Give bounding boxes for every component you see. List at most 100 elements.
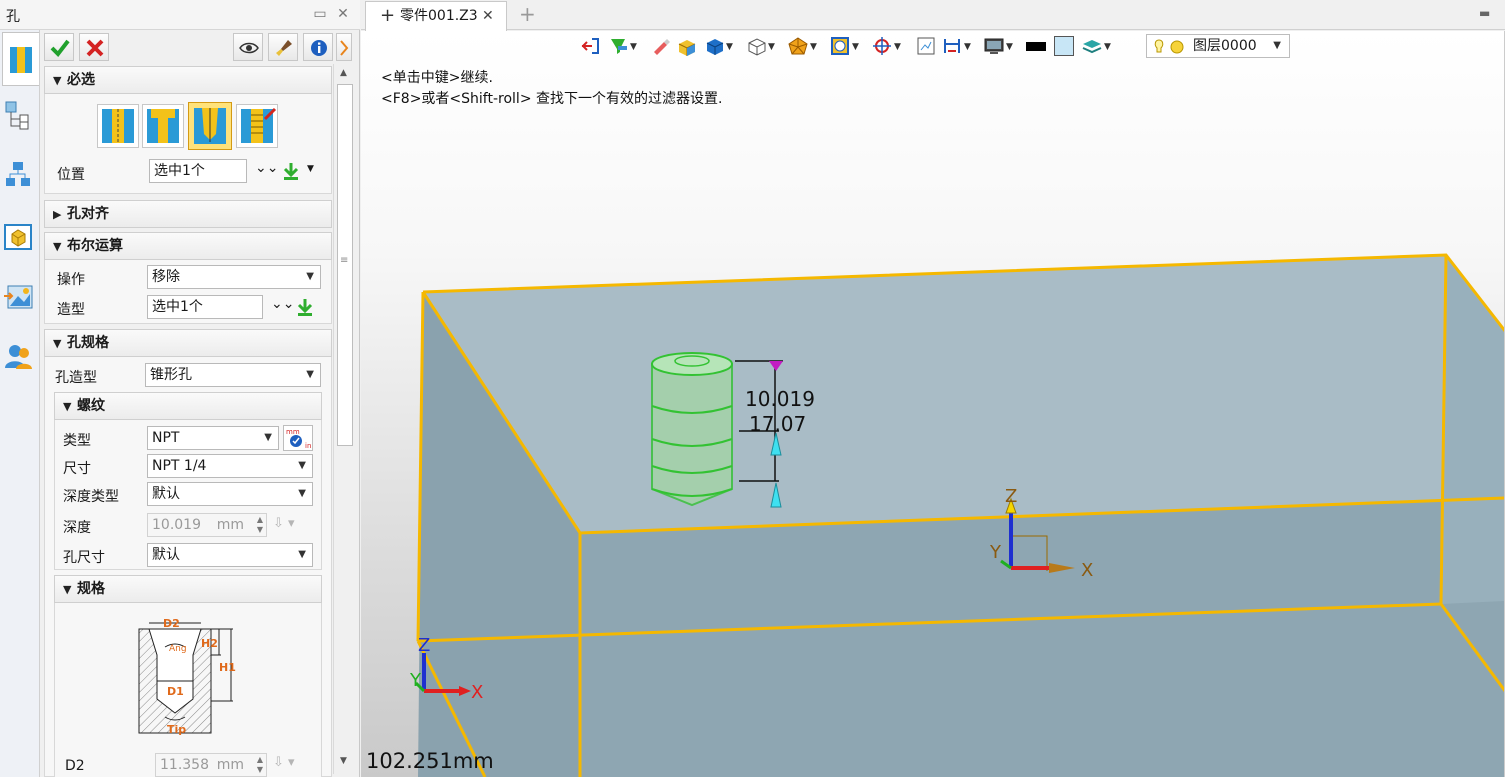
- thread-type-select[interactable]: NPT ▼: [147, 426, 279, 450]
- hole-spec-diagram: D2 Ang H2 H1 D1 Tip: [138, 617, 236, 736]
- d2-input[interactable]: 11.358 mm ▲ ▼: [155, 753, 267, 777]
- hole-type-threaded[interactable]: [236, 104, 278, 148]
- pick-download-icon[interactable]: [281, 162, 301, 182]
- depth-type-value: 默认: [152, 486, 180, 502]
- hole-type-label: 孔造型: [55, 370, 97, 386]
- expand-selection-icon[interactable]: ⌄⌄: [271, 296, 294, 312]
- group-thread-header[interactable]: ▼ 螺纹: [54, 392, 322, 420]
- dimension-depth-label[interactable]: 10.019: [745, 387, 815, 411]
- side-tab-users[interactable]: [4, 342, 36, 374]
- pick-options-arrow-icon[interactable]: ▼: [307, 164, 314, 174]
- thread-size-select[interactable]: NPT 1/4 ▼: [147, 454, 313, 478]
- group-thread-body: 类型 NPT ▼ mm in 尺寸 NPT 1/4 ▼ 深度类型 默认 ▼ 深度 10.…: [54, 420, 322, 570]
- chevron-right-icon: [340, 40, 349, 56]
- scroll-down-icon[interactable]: ▼: [340, 756, 347, 766]
- user-icon: [5, 345, 32, 369]
- hole-type-value: 锥形孔: [150, 367, 192, 383]
- document-tab[interactable]: + 零件001.Z3 ✕: [365, 1, 507, 31]
- history-tree-icon: [5, 101, 29, 130]
- block-front-face[interactable]: [580, 498, 1505, 777]
- dropdown-arrow-icon: ▼: [306, 369, 314, 380]
- 3d-viewport[interactable]: ▼ ▼ ▼ ▼ ▼ ▼ ▼ ▼ ▼ 图层0000 ▼ <单击中键>继续. <F8…: [361, 31, 1505, 777]
- operation-label: 操作: [57, 272, 85, 288]
- operation-select[interactable]: 移除 ▼: [147, 265, 321, 289]
- scroll-thumb[interactable]: ≡: [337, 84, 353, 446]
- block-right-face: [1441, 255, 1504, 604]
- expand-selection-icon[interactable]: ⌄⌄: [255, 160, 278, 176]
- hole-type-simple[interactable]: [97, 104, 139, 148]
- group-spec-header[interactable]: ▼ 规格: [54, 575, 322, 603]
- position-field[interactable]: 选中1个: [149, 159, 247, 183]
- dimension-total-label[interactable]: 17.07: [749, 412, 806, 436]
- pick-download-icon[interactable]: [295, 298, 315, 318]
- local-axis-x-label: X: [1081, 560, 1093, 581]
- document-tab-bar: + 零件001.Z3 ✕ + ▬: [361, 0, 1505, 31]
- scroll-up-icon[interactable]: ▲: [340, 68, 347, 78]
- depth-unit: mm: [216, 517, 244, 533]
- dropdown-arrow-icon: ▼: [298, 460, 306, 471]
- side-tab-history[interactable]: [4, 100, 36, 132]
- hole-size-value: 默认: [152, 547, 180, 563]
- dropdown-arrow-icon: ▼: [306, 271, 314, 282]
- cancel-button[interactable]: [79, 33, 109, 61]
- ok-button[interactable]: [44, 33, 74, 61]
- panel-titlebar: 孔 ▭ ✕: [0, 0, 360, 30]
- thread-size-label: 尺寸: [63, 461, 91, 477]
- group-hole-align-header[interactable]: ▶ 孔对齐: [44, 200, 332, 228]
- group-hole-spec-header[interactable]: ▼ 孔规格: [44, 329, 332, 357]
- help-button[interactable]: [303, 33, 333, 61]
- preview-button[interactable]: [233, 33, 263, 61]
- panel-scrollbar[interactable]: ▲ ≡ ▼: [333, 64, 355, 774]
- d2-unit: mm: [216, 757, 244, 773]
- spinner-icon[interactable]: ▲ ▼: [257, 755, 263, 775]
- side-tab-assembly[interactable]: [4, 160, 36, 192]
- hole-size-select[interactable]: 默认 ▼: [147, 543, 313, 567]
- side-tab-render[interactable]: [4, 282, 36, 314]
- model-scene: 10.019 17.07 Z X Y Z X Y: [409, 253, 1505, 777]
- hole-size-label: 孔尺寸: [63, 550, 105, 566]
- close-panel-icon[interactable]: ✕: [335, 6, 351, 22]
- expand-panel-button[interactable]: [336, 33, 352, 61]
- metric-check-icon: mmin: [286, 428, 311, 450]
- counterbore-hole-icon: [147, 109, 179, 143]
- diagram-ang-label: Ang: [169, 644, 187, 654]
- world-axis-x-label: X: [471, 682, 483, 703]
- depth-type-label: 深度类型: [63, 489, 119, 505]
- depth-value: 10.019: [152, 517, 201, 533]
- group-required-header[interactable]: ▼ 必选: [44, 66, 332, 94]
- group-required-body: 位置 选中1个 ⌄⌄ ▼: [44, 94, 332, 194]
- clear-button[interactable]: [268, 33, 298, 61]
- side-strip: [0, 30, 40, 777]
- group-spec-label: 规格: [77, 581, 105, 597]
- side-tab-view[interactable]: [4, 222, 36, 254]
- close-tab-icon[interactable]: ✕: [482, 2, 494, 30]
- hole-preview[interactable]: [651, 352, 733, 507]
- scale-readout: 102.251mm: [366, 749, 494, 773]
- diagram-d2-label: D2: [163, 617, 180, 630]
- document-tab-label: 零件001.Z3: [400, 8, 478, 24]
- position-label: 位置: [57, 167, 85, 183]
- hole-type-counterbore[interactable]: [142, 104, 184, 148]
- new-tab-icon[interactable]: +: [519, 2, 536, 26]
- modified-plus-icon: +: [380, 5, 396, 26]
- shape-field[interactable]: 选中1个: [147, 295, 263, 319]
- brush-icon: [276, 40, 292, 56]
- depth-input[interactable]: 10.019 mm ▲ ▼: [147, 513, 267, 537]
- hole-type-tapered[interactable]: [188, 102, 232, 150]
- diagram-tip-label: Tip: [167, 723, 186, 736]
- depth-type-select[interactable]: 默认 ▼: [147, 482, 313, 506]
- depth-label: 深度: [63, 520, 91, 536]
- hole-type-select[interactable]: 锥形孔 ▼: [145, 363, 321, 387]
- thread-units-button[interactable]: mm in: [283, 425, 313, 451]
- group-boolean-header[interactable]: ▼ 布尔运算: [44, 232, 332, 260]
- dropdown-arrow-icon: ▼: [264, 432, 272, 443]
- side-tab-feature[interactable]: [2, 32, 39, 86]
- cross-icon: [86, 39, 104, 57]
- spinner-icon[interactable]: ▲ ▼: [257, 515, 263, 535]
- local-axis-z-label: Z: [1005, 486, 1017, 507]
- minimize-icon[interactable]: ▭: [312, 6, 328, 22]
- block-top-face[interactable]: [423, 255, 1505, 533]
- disabled-pick-icon: ⇩ ▾: [273, 516, 295, 531]
- tapered-hole-icon: [194, 108, 226, 144]
- tab-list-icon[interactable]: ▬: [1479, 6, 1490, 20]
